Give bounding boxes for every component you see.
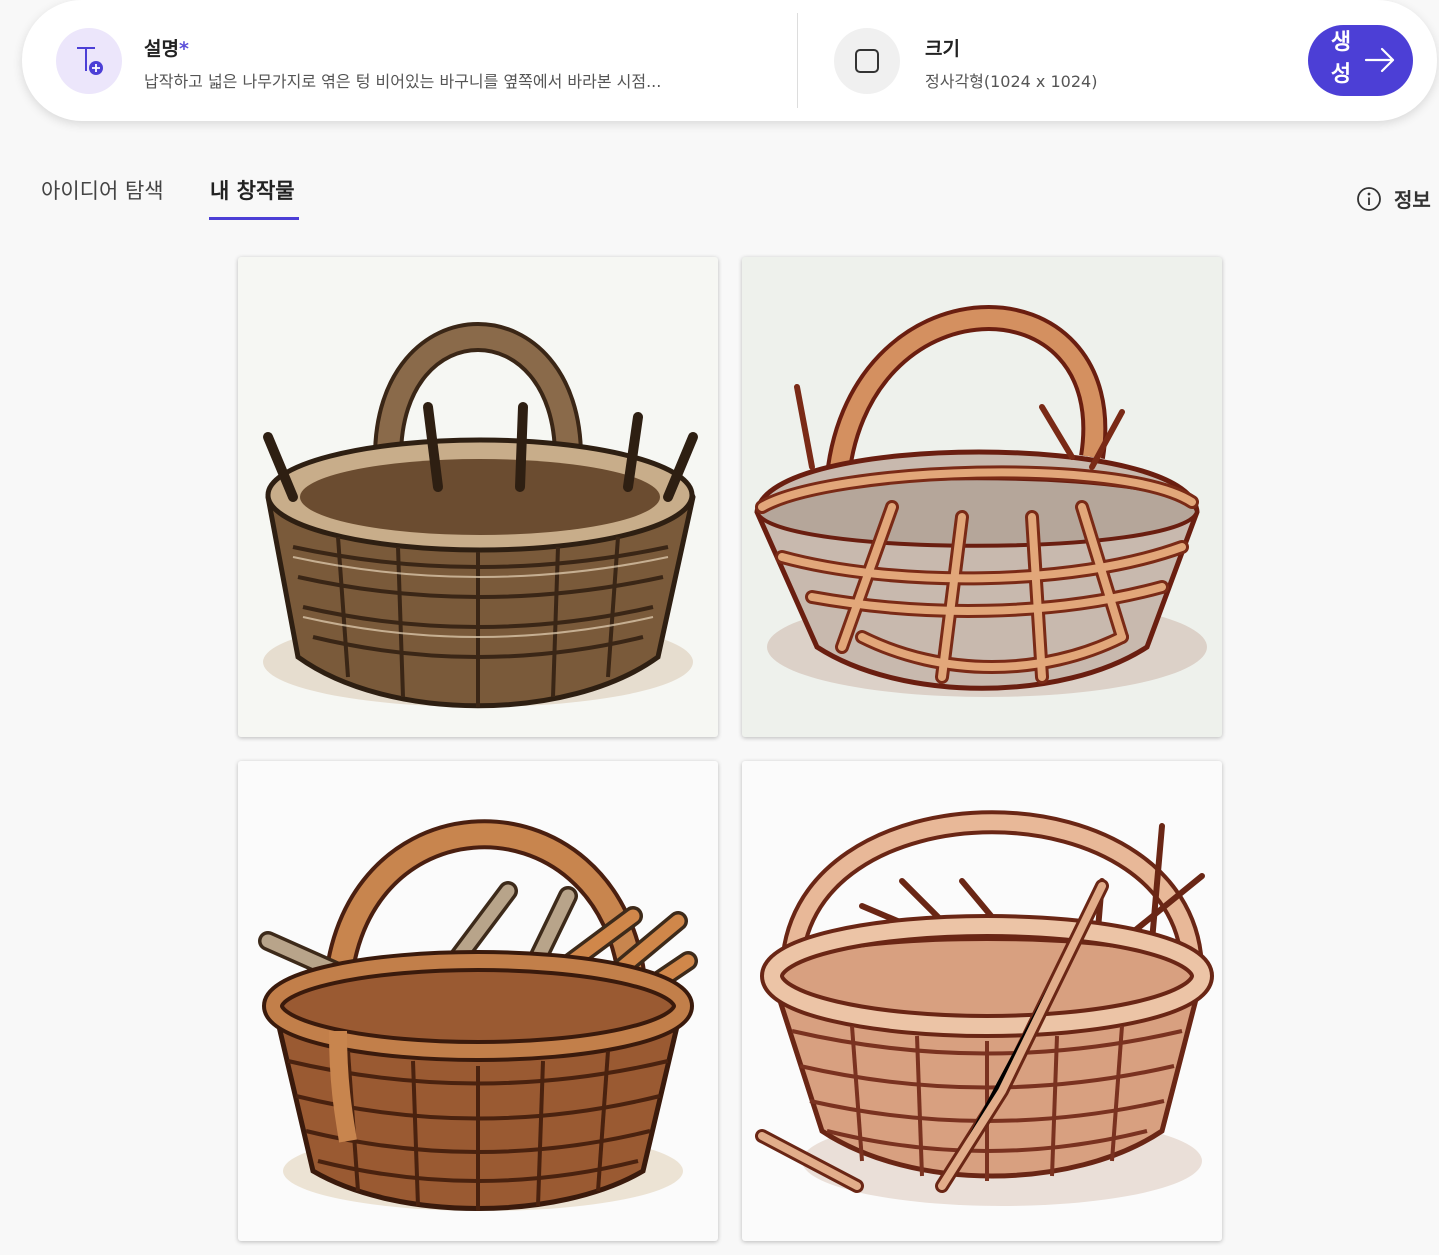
required-mark: * (178, 38, 189, 60)
basket-illustration (754, 305, 1207, 697)
active-tab-indicator (209, 217, 299, 220)
gallery-image-3[interactable] (238, 761, 718, 1241)
description-label[interactable]: 설명* (144, 34, 189, 61)
text-add-icon[interactable] (56, 28, 122, 94)
arrow-right-icon (1364, 47, 1395, 73)
size-label[interactable]: 크기 (925, 34, 960, 61)
tab-my-creations[interactable]: 내 창작물 (210, 175, 295, 205)
prompt-bar: 설명* 납작하고 넓은 나무가지로 엮은 텅 비어있는 바구니를 옆쪽에서 바라… (22, 0, 1437, 121)
field-divider (797, 13, 798, 108)
basket-illustration (263, 322, 698, 709)
generate-button[interactable]: 생성 (1308, 25, 1413, 96)
generate-label: 생성 (1330, 30, 1352, 87)
size-value[interactable]: 정사각형(1024 x 1024) (925, 68, 1097, 92)
square-icon[interactable] (834, 28, 900, 94)
gallery-image-2[interactable] (742, 257, 1222, 737)
gallery-image-1[interactable] (238, 257, 718, 737)
info-label: 정보 (1394, 188, 1431, 212)
info-button[interactable]: 정보 (1356, 184, 1431, 213)
basket-illustration (258, 819, 698, 1211)
description-field[interactable]: 납작하고 넓은 나무가지로 엮은 텅 비어있는 바구니를 옆쪽에서 바라본 시점… (144, 68, 764, 92)
tab-explore[interactable]: 아이디어 탐색 (41, 175, 164, 205)
basket-illustration (755, 810, 1214, 1206)
gallery-image-4[interactable] (742, 761, 1222, 1241)
info-icon (1357, 186, 1381, 211)
